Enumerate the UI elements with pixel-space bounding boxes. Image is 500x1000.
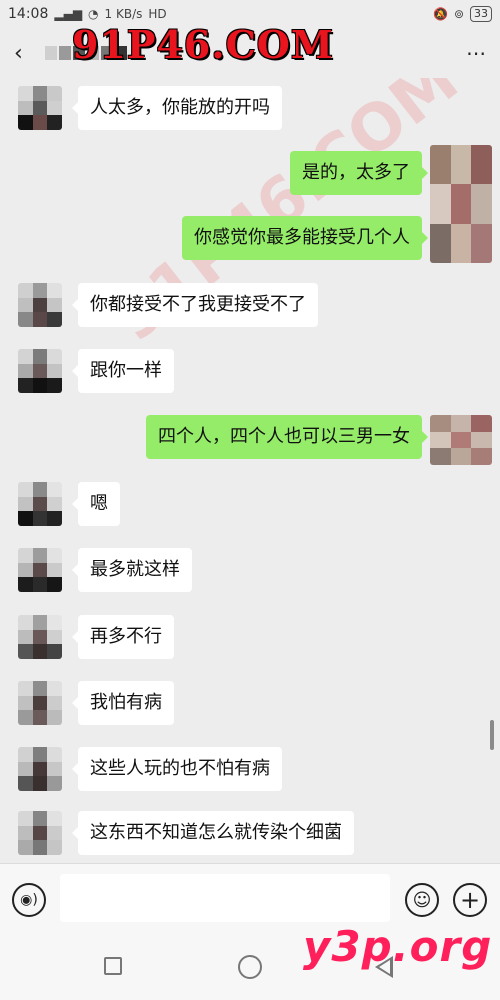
message-received: 跟你一样: [0, 349, 500, 393]
battery-indicator: 33: [470, 6, 492, 22]
message-received: 最多就这样: [0, 548, 500, 592]
avatar[interactable]: [18, 811, 62, 855]
message-received: 再多不行: [0, 615, 500, 659]
message-bubble[interactable]: 跟你一样: [72, 349, 174, 393]
message-bubble[interactable]: 你都接受不了我更接受不了: [72, 283, 318, 327]
message-bubble[interactable]: 人太多，你能放的开吗: [72, 86, 282, 130]
message-bubble[interactable]: 最多就这样: [72, 548, 192, 592]
message-bubble[interactable]: 我怕有病: [72, 681, 174, 725]
message-bubble[interactable]: 是的，太多了: [290, 151, 428, 195]
message-received: 我怕有病: [0, 681, 500, 725]
message-received: 这些人玩的也不怕有病: [0, 747, 500, 791]
network-speed: 1 KB/s: [104, 7, 143, 21]
watermark-bottom: y3p.org: [303, 922, 493, 971]
recent-apps-icon[interactable]: [104, 957, 122, 975]
signal-icon: ▂▄▆: [54, 7, 83, 21]
message-received: 你都接受不了我更接受不了: [0, 283, 500, 327]
message-sent: 你感觉你最多能接受几个人: [0, 216, 500, 260]
chat-messages[interactable]: 91P46.COM 人太多，你能放的开吗 是的，太多了 你感觉你最多能接受几个人…: [0, 78, 500, 863]
watermark-top: 91P46.COM: [72, 22, 334, 67]
avatar[interactable]: [18, 283, 62, 327]
mute-icon: 🔕: [432, 7, 448, 21]
message-bubble[interactable]: 这东西不知道怎么就传染个细菌: [72, 811, 354, 855]
avatar[interactable]: [18, 86, 62, 130]
avatar[interactable]: [18, 548, 62, 592]
lock-rotation-icon: ⊚: [453, 7, 464, 21]
more-icon[interactable]: ⋯: [466, 41, 486, 65]
message-sent: 四个人，四个人也可以三男一女: [0, 415, 500, 465]
hd-badge: HD: [148, 7, 167, 21]
message-received: 嗯: [0, 482, 500, 526]
avatar[interactable]: [18, 349, 62, 393]
emoji-icon[interactable]: ☺: [405, 883, 439, 917]
avatar[interactable]: [430, 415, 492, 465]
plus-icon[interactable]: +: [453, 883, 487, 917]
message-bubble[interactable]: 这些人玩的也不怕有病: [72, 747, 282, 791]
avatar[interactable]: [18, 747, 62, 791]
wifi-icon: ◔: [88, 7, 99, 21]
scrollbar[interactable]: [490, 720, 494, 750]
message-bubble[interactable]: 再多不行: [72, 615, 174, 659]
back-arrow-icon[interactable]: ‹: [14, 41, 23, 66]
message-sent: 是的，太多了: [0, 145, 500, 263]
message-received: 这东西不知道怎么就传染个细菌: [0, 811, 500, 855]
avatar[interactable]: [18, 482, 62, 526]
message-bubble[interactable]: 四个人，四个人也可以三男一女: [146, 415, 428, 459]
avatar[interactable]: [18, 681, 62, 725]
message-bubble[interactable]: 嗯: [72, 482, 120, 526]
voice-icon[interactable]: ◉): [12, 883, 46, 917]
message-input[interactable]: [60, 874, 390, 922]
message-received: 人太多，你能放的开吗: [0, 86, 500, 130]
status-time: 14:08: [8, 6, 49, 22]
message-bubble[interactable]: 你感觉你最多能接受几个人: [182, 216, 428, 260]
avatar[interactable]: [18, 615, 62, 659]
home-icon[interactable]: [238, 955, 262, 979]
